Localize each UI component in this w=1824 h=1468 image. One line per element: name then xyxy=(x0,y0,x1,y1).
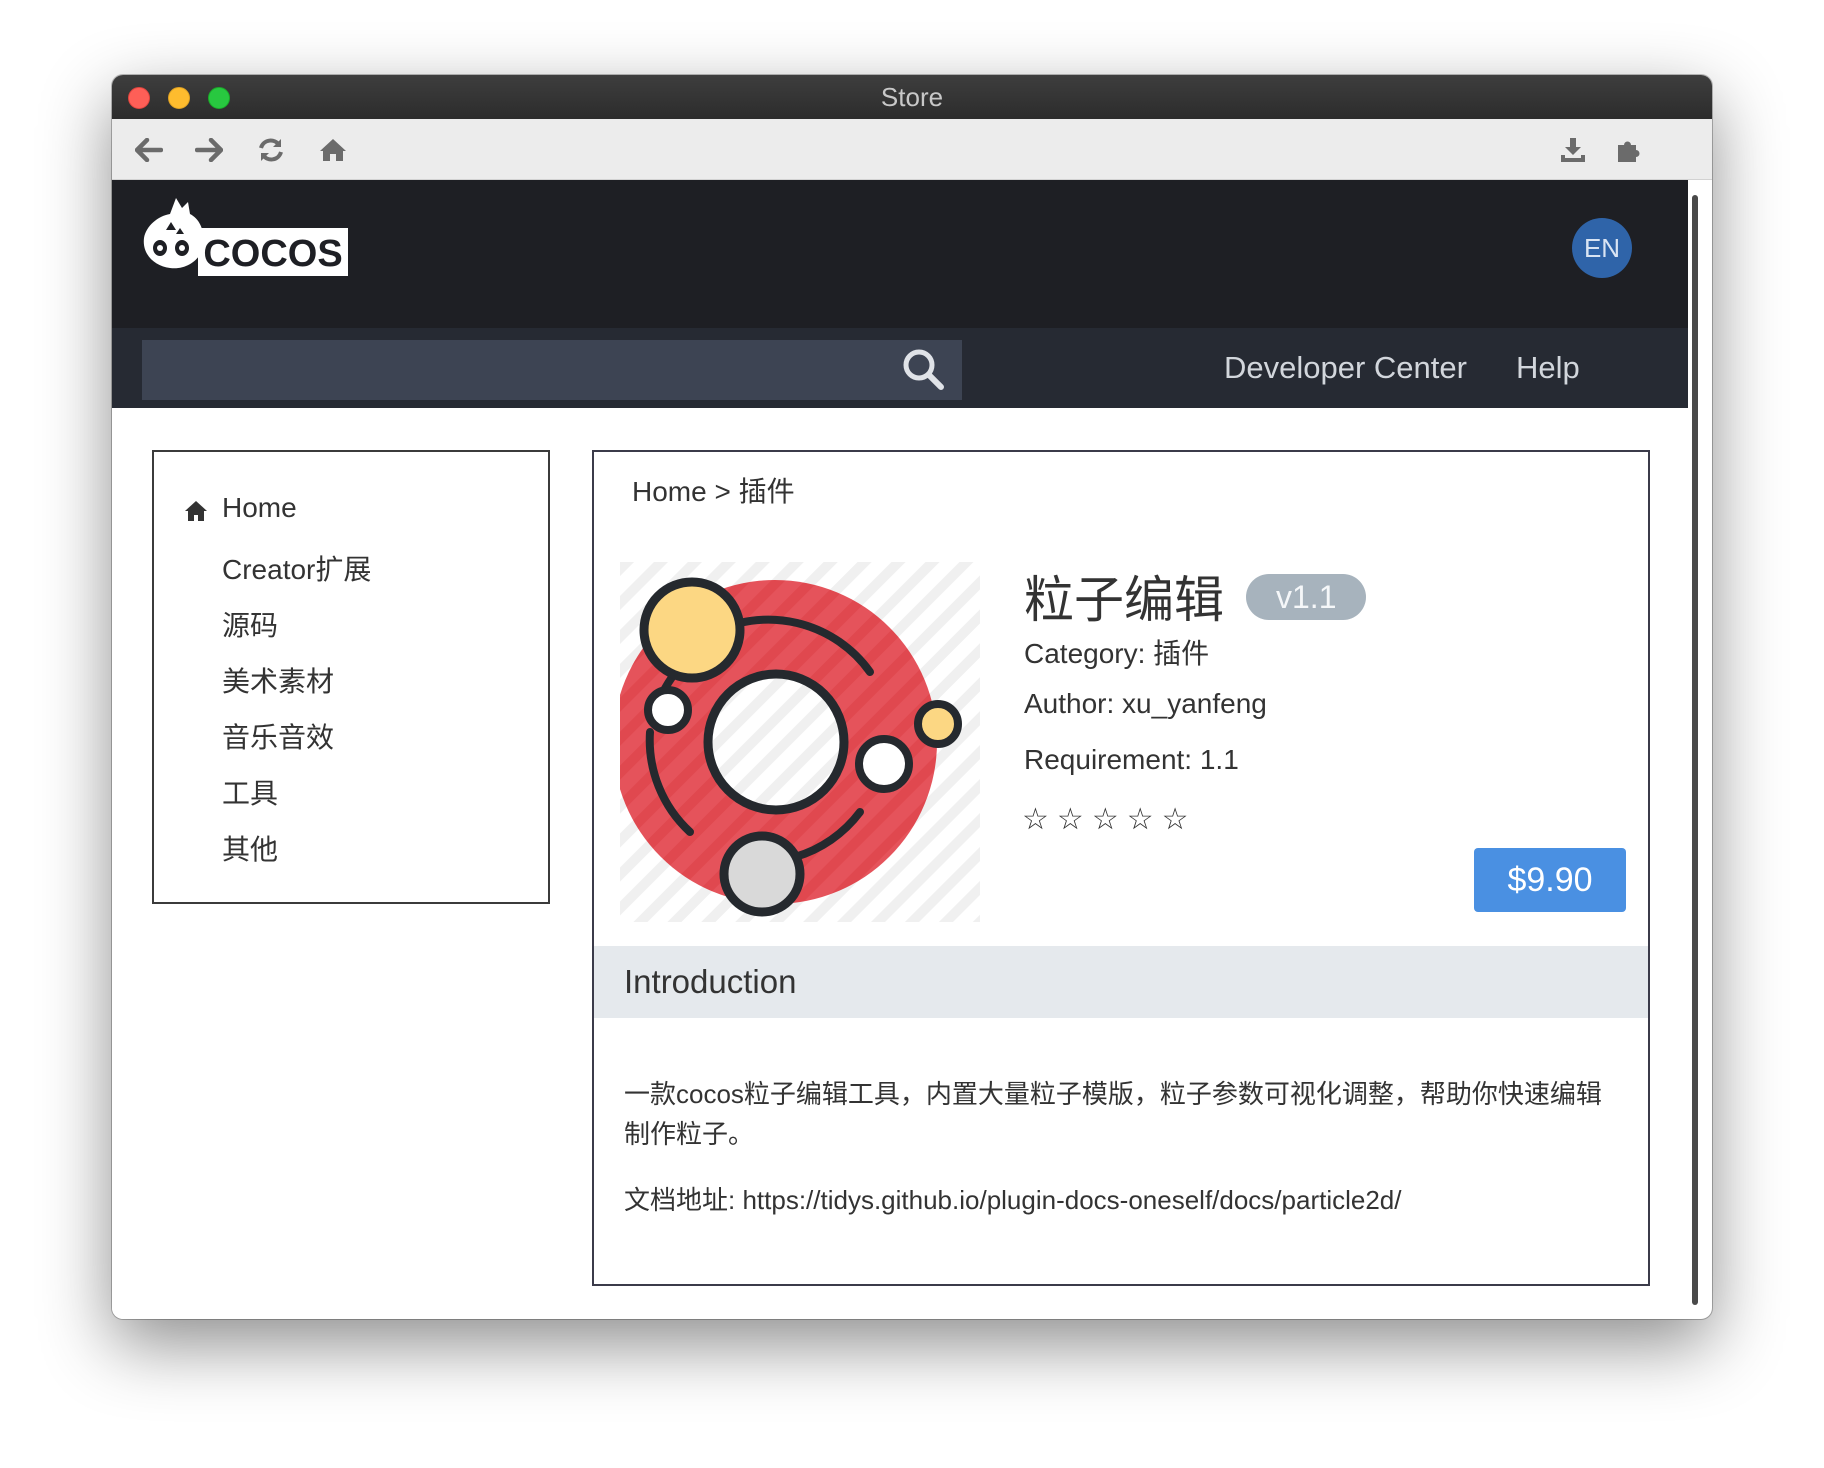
category-sidebar: Home Creator扩展 源码 美术素材 音乐音效 工具 其他 xyxy=(152,450,550,904)
introduction-title: Introduction xyxy=(624,963,797,1000)
developer-center-link[interactable]: Developer Center xyxy=(1224,328,1467,408)
app-window: Store COCOS EN Developer Center Help Hom… xyxy=(112,75,1712,1319)
forward-icon xyxy=(195,138,223,162)
introduction-header: Introduction xyxy=(594,946,1648,1018)
nav-bar: Developer Center Help xyxy=(112,328,1688,408)
back-icon xyxy=(135,138,163,162)
home-icon xyxy=(185,501,207,521)
star-icon[interactable]: ☆ xyxy=(1092,803,1127,836)
star-icon[interactable]: ☆ xyxy=(1057,803,1092,836)
sidebar-item-source-code[interactable]: 源码 xyxy=(222,604,278,644)
help-link[interactable]: Help xyxy=(1516,328,1580,408)
product-requirement: Requirement: 1.1 xyxy=(1024,744,1239,775)
extension-icon xyxy=(1618,141,1640,162)
sidebar-item-audio[interactable]: 音乐音效 xyxy=(222,716,334,756)
extensions-button[interactable] xyxy=(1612,133,1646,167)
sidebar-item-art-assets[interactable]: 美术素材 xyxy=(222,660,334,700)
home-button[interactable] xyxy=(316,133,350,167)
docs-link[interactable]: 文档地址: https://tidys.github.io/plugin-doc… xyxy=(624,1180,1402,1217)
language-toggle-button[interactable]: EN xyxy=(1572,218,1632,278)
sidebar-item-creator-extensions[interactable]: Creator扩展 xyxy=(222,548,371,588)
breadcrumb-current: 插件 xyxy=(738,476,795,507)
logo-text: COCOS xyxy=(203,233,342,275)
search-icon[interactable] xyxy=(902,348,944,390)
sidebar-item-home[interactable]: Home xyxy=(222,492,297,524)
reload-icon xyxy=(259,138,283,162)
product-category: Category: 插件 xyxy=(1024,638,1210,669)
title-bar: Store xyxy=(112,75,1712,120)
download-button[interactable] xyxy=(1556,133,1590,167)
product-image xyxy=(620,562,980,922)
sidebar-item-other[interactable]: 其他 xyxy=(222,828,278,868)
page-scrollbar[interactable] xyxy=(1692,195,1698,1305)
product-title: 粒子编辑 xyxy=(1024,572,1224,628)
version-badge: v1.1 xyxy=(1246,574,1367,620)
search-input[interactable] xyxy=(142,340,962,400)
product-author: Author: xu_yanfeng xyxy=(1024,688,1267,719)
buy-price-button[interactable]: $9.90 xyxy=(1474,848,1626,912)
browser-toolbar xyxy=(112,119,1712,180)
window-title: Store xyxy=(880,82,944,112)
back-button[interactable] xyxy=(132,133,166,167)
store-page: COCOS EN Developer Center Help Home Crea… xyxy=(112,180,1688,1319)
sidebar-item-tools[interactable]: 工具 xyxy=(222,772,278,812)
rating-stars[interactable]: ☆☆☆☆☆ xyxy=(1022,802,1197,837)
forward-button[interactable] xyxy=(192,133,226,167)
home-icon xyxy=(320,139,346,161)
reload-button[interactable] xyxy=(254,133,288,167)
download-icon xyxy=(1561,138,1585,162)
breadcrumb-home-link[interactable]: Home xyxy=(632,476,707,507)
star-icon[interactable]: ☆ xyxy=(1162,803,1197,836)
breadcrumb: Home > 插件 xyxy=(632,470,795,510)
star-icon[interactable]: ☆ xyxy=(1127,803,1162,836)
cocos-logo[interactable]: COCOS xyxy=(140,192,350,282)
store-header: COCOS EN xyxy=(112,180,1688,328)
breadcrumb-separator: > xyxy=(714,476,731,507)
star-icon[interactable]: ☆ xyxy=(1022,803,1057,836)
product-description: 一款cocos粒子编辑工具，内置大量粒子模版，粒子参数可视化调整，帮助你快速编辑… xyxy=(624,1079,1602,1149)
product-detail-panel: Home > 插件 粒子编辑 v1.1 Category: 插件 Author:… xyxy=(592,450,1650,1286)
